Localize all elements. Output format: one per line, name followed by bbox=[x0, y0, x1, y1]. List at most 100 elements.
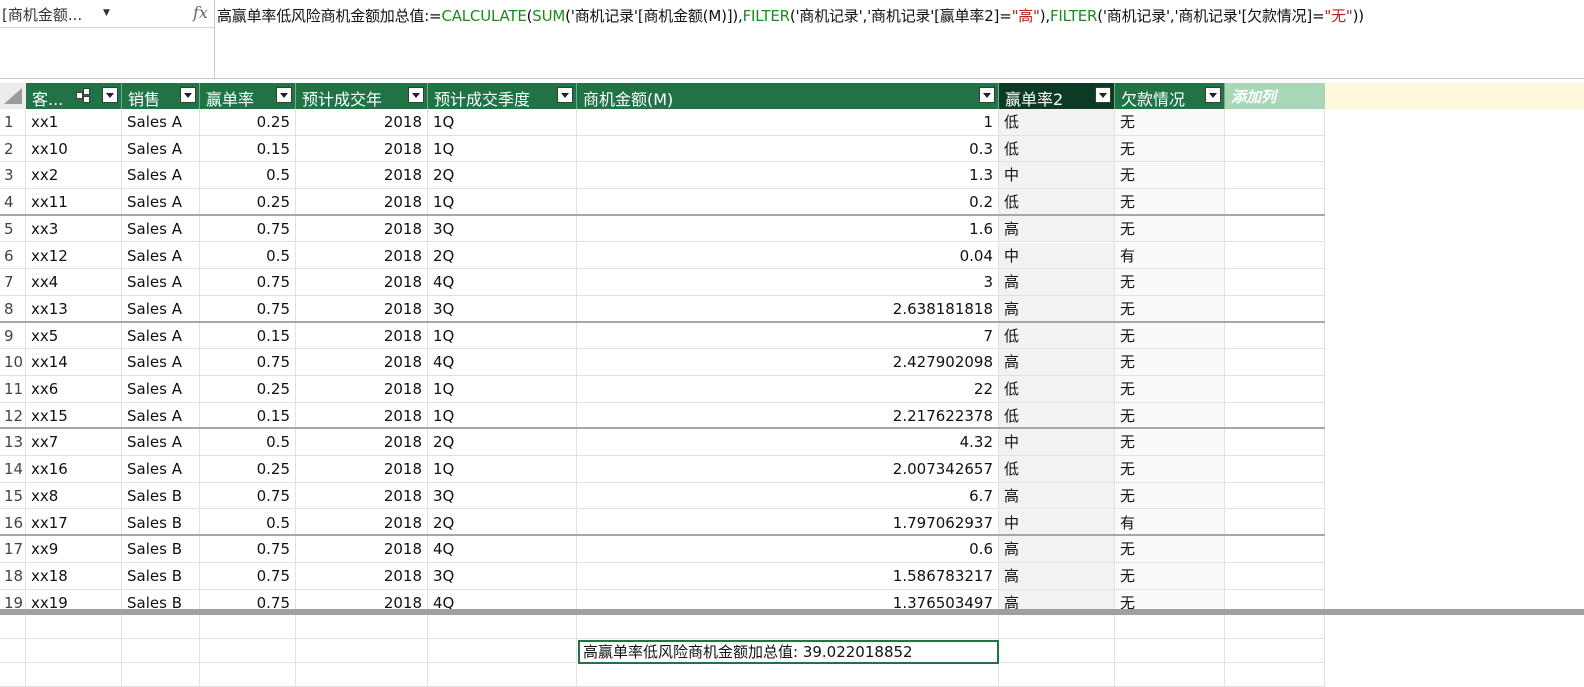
table-cell[interactable]: 中 bbox=[999, 429, 1115, 456]
add-column-cell[interactable] bbox=[1225, 215, 1325, 242]
row-number[interactable]: 4 bbox=[0, 189, 26, 214]
table-cell[interactable]: 2018 bbox=[296, 402, 428, 428]
add-column-cell[interactable] bbox=[1225, 242, 1325, 269]
column-header[interactable]: 欠款情况 bbox=[1115, 83, 1225, 109]
table-cell[interactable]: 2018 bbox=[296, 109, 428, 135]
calc-cell[interactable] bbox=[428, 615, 577, 638]
table-cell[interactable]: Sales A bbox=[122, 162, 200, 189]
table-cell[interactable]: 0.15 bbox=[200, 402, 296, 428]
table-cell[interactable]: 2018 bbox=[296, 162, 428, 189]
table-cell[interactable]: xx7 bbox=[26, 429, 122, 456]
calc-cell[interactable] bbox=[999, 615, 1115, 638]
row-number[interactable]: 6 bbox=[0, 242, 26, 269]
table-cell[interactable]: xx15 bbox=[26, 402, 122, 428]
filter-dropdown-icon[interactable] bbox=[102, 87, 118, 103]
table-cell[interactable]: 1 bbox=[577, 109, 999, 135]
table-cell[interactable]: 6.7 bbox=[577, 482, 999, 509]
table-cell[interactable]: 低 bbox=[999, 109, 1115, 135]
table-cell[interactable]: 高 bbox=[999, 482, 1115, 509]
calc-cell[interactable] bbox=[577, 615, 999, 638]
table-cell[interactable]: Sales A bbox=[122, 349, 200, 375]
table-cell[interactable]: 2018 bbox=[296, 429, 428, 456]
select-all-corner[interactable] bbox=[0, 83, 26, 109]
row-number[interactable]: 17 bbox=[0, 536, 26, 562]
table-cell[interactable]: 3Q bbox=[428, 215, 577, 242]
table-cell[interactable]: 无 bbox=[1115, 189, 1225, 214]
calc-cell[interactable] bbox=[1225, 639, 1325, 662]
table-cell[interactable]: 无 bbox=[1115, 376, 1225, 402]
table-cell[interactable]: 3Q bbox=[428, 562, 577, 589]
calc-cell[interactable] bbox=[26, 639, 122, 662]
table-cell[interactable]: 0.5 bbox=[200, 162, 296, 189]
table-cell[interactable]: xx4 bbox=[26, 269, 122, 295]
filter-dropdown-icon[interactable] bbox=[557, 87, 573, 103]
table-cell[interactable]: 0.25 bbox=[200, 189, 296, 214]
calc-cell[interactable] bbox=[1225, 615, 1325, 638]
table-cell[interactable]: 无 bbox=[1115, 402, 1225, 428]
table-cell[interactable]: 2018 bbox=[296, 349, 428, 375]
table-cell[interactable]: 无 bbox=[1115, 536, 1225, 562]
fx-icon[interactable]: fx bbox=[193, 3, 208, 22]
add-column-header[interactable]: 添加列 bbox=[1225, 83, 1325, 109]
measure-result-cell[interactable]: 高赢单率低风险商机金额加总值: 39.022018852 bbox=[578, 640, 999, 664]
table-cell[interactable]: 2Q bbox=[428, 242, 577, 269]
table-cell[interactable]: Sales A bbox=[122, 295, 200, 321]
table-cell[interactable]: 0.2 bbox=[577, 189, 999, 214]
table-cell[interactable]: 0.3 bbox=[577, 135, 999, 162]
calc-cell[interactable] bbox=[1115, 615, 1225, 638]
table-cell[interactable]: Sales B bbox=[122, 562, 200, 589]
row-number[interactable]: 10 bbox=[0, 349, 26, 375]
table-cell[interactable]: xx14 bbox=[26, 349, 122, 375]
table-cell[interactable]: 有 bbox=[1115, 509, 1225, 535]
table-cell[interactable]: xx2 bbox=[26, 162, 122, 189]
table-cell[interactable]: 2018 bbox=[296, 269, 428, 295]
calc-cell[interactable] bbox=[0, 639, 26, 662]
table-cell[interactable]: xx8 bbox=[26, 482, 122, 509]
table-cell[interactable]: 2018 bbox=[296, 189, 428, 214]
table-cell[interactable]: 0.75 bbox=[200, 562, 296, 589]
table-cell[interactable]: 无 bbox=[1115, 482, 1225, 509]
table-cell[interactable]: 无 bbox=[1115, 456, 1225, 482]
table-cell[interactable]: Sales B bbox=[122, 509, 200, 535]
formula-text[interactable]: 高赢单率低风险商机金额加总值:=CALCULATE(SUM('商机记录'[商机金… bbox=[217, 5, 1364, 26]
row-number[interactable]: 15 bbox=[0, 482, 26, 509]
table-cell[interactable]: xx5 bbox=[26, 322, 122, 349]
add-column-cell[interactable] bbox=[1225, 482, 1325, 509]
add-column-cell[interactable] bbox=[1225, 349, 1325, 375]
table-cell[interactable]: 0.75 bbox=[200, 349, 296, 375]
row-number[interactable]: 9 bbox=[0, 322, 26, 349]
table-cell[interactable]: xx1 bbox=[26, 109, 122, 135]
table-cell[interactable]: 低 bbox=[999, 135, 1115, 162]
table-cell[interactable]: 4Q bbox=[428, 349, 577, 375]
table-cell[interactable]: 1.3 bbox=[577, 162, 999, 189]
calc-cell[interactable] bbox=[1115, 639, 1225, 662]
table-cell[interactable]: 2Q bbox=[428, 509, 577, 535]
table-cell[interactable]: 无 bbox=[1115, 429, 1225, 456]
column-header[interactable]: 商机金额(M) bbox=[577, 83, 999, 109]
calc-cell[interactable] bbox=[200, 663, 296, 686]
column-header[interactable]: 销售 bbox=[122, 83, 200, 109]
table-cell[interactable]: 中 bbox=[999, 509, 1115, 535]
table-cell[interactable]: 0.04 bbox=[577, 242, 999, 269]
table-cell[interactable]: 高 bbox=[999, 269, 1115, 295]
filter-dropdown-icon[interactable] bbox=[276, 87, 292, 103]
table-cell[interactable]: xx16 bbox=[26, 456, 122, 482]
table-cell[interactable]: 中 bbox=[999, 242, 1115, 269]
add-column-cell[interactable] bbox=[1225, 429, 1325, 456]
table-cell[interactable]: 0.75 bbox=[200, 295, 296, 321]
table-cell[interactable]: Sales A bbox=[122, 242, 200, 269]
row-number[interactable]: 3 bbox=[0, 162, 26, 189]
table-cell[interactable]: xx18 bbox=[26, 562, 122, 589]
table-cell[interactable]: 4Q bbox=[428, 536, 577, 562]
table-cell[interactable]: 2018 bbox=[296, 376, 428, 402]
calc-cell[interactable] bbox=[428, 663, 577, 686]
calc-cell[interactable] bbox=[122, 663, 200, 686]
add-column-cell[interactable] bbox=[1225, 269, 1325, 295]
table-cell[interactable]: 1Q bbox=[428, 109, 577, 135]
table-cell[interactable]: xx10 bbox=[26, 135, 122, 162]
filter-dropdown-icon[interactable] bbox=[180, 87, 196, 103]
column-header[interactable]: 预计成交季度 bbox=[428, 83, 577, 109]
table-cell[interactable]: 1.376503497 bbox=[577, 589, 999, 609]
row-number[interactable]: 2 bbox=[0, 135, 26, 162]
column-header[interactable]: 赢单率 bbox=[200, 83, 296, 109]
